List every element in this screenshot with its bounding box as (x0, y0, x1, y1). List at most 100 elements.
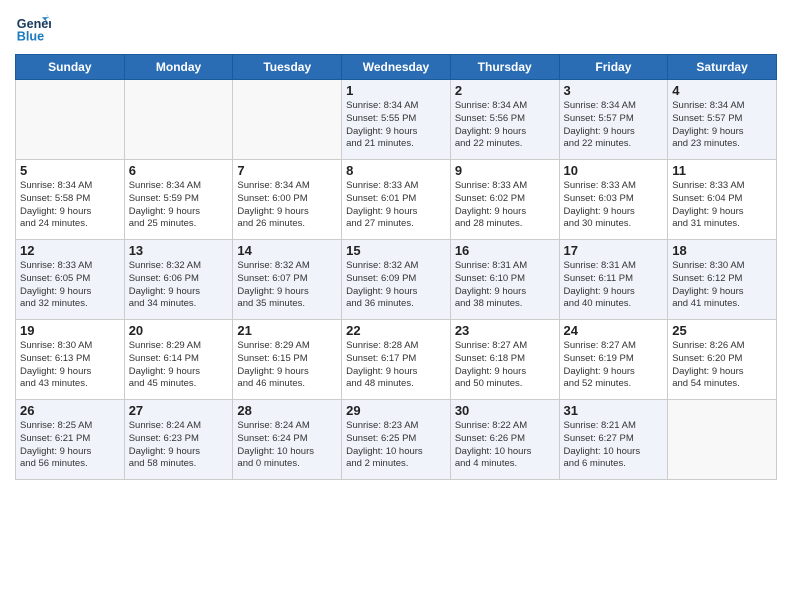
cell-content: Sunrise: 8:22 AMSunset: 6:26 PMDaylight:… (455, 420, 555, 471)
calendar-cell: 4 Sunrise: 8:34 AMSunset: 5:57 PMDaylight… (668, 80, 777, 160)
calendar-cell: 16 Sunrise: 8:31 AMSunset: 6:10 PMDayligh… (450, 240, 559, 320)
calendar-cell: 25 Sunrise: 8:26 AMSunset: 6:20 PMDayligh… (668, 320, 777, 400)
calendar-cell: 26Sunrise: 8:25 AMSunset: 6:21 PMDayligh… (16, 400, 125, 480)
calendar-cell: 27 Sunrise: 8:24 AMSunset: 6:23 PMDayligh… (124, 400, 233, 480)
calendar-cell: 18 Sunrise: 8:30 AMSunset: 6:12 PMDayligh… (668, 240, 777, 320)
weekday-header-sunday: Sunday (16, 55, 125, 80)
calendar-cell (668, 400, 777, 480)
weekday-header-thursday: Thursday (450, 55, 559, 80)
calendar-week-row: 5 Sunrise: 8:34 AMSunset: 5:58 PMDaylight… (16, 160, 777, 240)
day-number: 3 (564, 83, 664, 98)
cell-content: Sunrise: 8:34 AMSunset: 5:57 PMDaylight:… (672, 100, 772, 151)
cell-content: Sunrise: 8:26 AMSunset: 6:20 PMDaylight:… (672, 340, 772, 391)
calendar-cell: 20 Sunrise: 8:29 AMSunset: 6:14 PMDayligh… (124, 320, 233, 400)
calendar-cell: 6Sunrise: 8:34 AMSunset: 5:59 PMDaylight… (124, 160, 233, 240)
cell-content: Sunrise: 8:29 AMSunset: 6:15 PMDaylight:… (237, 340, 337, 391)
cell-content: Sunrise: 8:21 AMSunset: 6:27 PMDaylight:… (564, 420, 664, 471)
calendar-cell: 14Sunrise: 8:32 AMSunset: 6:07 PMDayligh… (233, 240, 342, 320)
cell-content: Sunrise: 8:28 AMSunset: 6:17 PMDaylight:… (346, 340, 446, 391)
day-number: 24 (564, 323, 664, 338)
cell-content: Sunrise: 8:32 AMSunset: 6:06 PMDaylight:… (129, 260, 229, 311)
cell-content: Sunrise: 8:34 AMSunset: 6:00 PMDaylight:… (237, 180, 337, 231)
cell-content: Sunrise: 8:33 AMSunset: 6:05 PMDaylight:… (20, 260, 120, 311)
day-number: 30 (455, 403, 555, 418)
cell-content: Sunrise: 8:23 AMSunset: 6:25 PMDaylight:… (346, 420, 446, 471)
day-number: 27 (129, 403, 229, 418)
calendar-cell: 17 Sunrise: 8:31 AMSunset: 6:11 PMDayligh… (559, 240, 668, 320)
cell-content: Sunrise: 8:24 AMSunset: 6:24 PMDaylight:… (237, 420, 337, 471)
cell-content: Sunrise: 8:27 AMSunset: 6:19 PMDaylight:… (564, 340, 664, 391)
calendar-cell: 28Sunrise: 8:24 AMSunset: 6:24 PMDayligh… (233, 400, 342, 480)
calendar-cell: 19Sunrise: 8:30 AMSunset: 6:13 PMDayligh… (16, 320, 125, 400)
calendar-cell (124, 80, 233, 160)
cell-content: Sunrise: 8:24 AMSunset: 6:23 PMDaylight:… (129, 420, 229, 471)
calendar-cell: 12 Sunrise: 8:33 AMSunset: 6:05 PMDayligh… (16, 240, 125, 320)
cell-content: Sunrise: 8:32 AMSunset: 6:09 PMDaylight:… (346, 260, 446, 311)
weekday-header-row: SundayMondayTuesdayWednesdayThursdayFrid… (16, 55, 777, 80)
weekday-header-saturday: Saturday (668, 55, 777, 80)
cell-content: Sunrise: 8:27 AMSunset: 6:18 PMDaylight:… (455, 340, 555, 391)
day-number: 18 (672, 243, 772, 258)
weekday-header-friday: Friday (559, 55, 668, 80)
day-number: 26 (20, 403, 120, 418)
cell-content: Sunrise: 8:34 AMSunset: 5:55 PMDaylight:… (346, 100, 446, 151)
calendar-week-row: 19Sunrise: 8:30 AMSunset: 6:13 PMDayligh… (16, 320, 777, 400)
cell-content: Sunrise: 8:29 AMSunset: 6:14 PMDaylight:… (129, 340, 229, 391)
svg-text:Blue: Blue (17, 30, 44, 44)
calendar-cell: 31 Sunrise: 8:21 AMSunset: 6:27 PMDayligh… (559, 400, 668, 480)
calendar-cell: 9 Sunrise: 8:33 AMSunset: 6:02 PMDaylight… (450, 160, 559, 240)
calendar-cell: 11Sunrise: 8:33 AMSunset: 6:04 PMDayligh… (668, 160, 777, 240)
day-number: 20 (129, 323, 229, 338)
day-number: 16 (455, 243, 555, 258)
calendar-table: SundayMondayTuesdayWednesdayThursdayFrid… (15, 54, 777, 480)
day-number: 21 (237, 323, 337, 338)
calendar-cell: 15 Sunrise: 8:32 AMSunset: 6:09 PMDayligh… (342, 240, 451, 320)
calendar-cell: 10Sunrise: 8:33 AMSunset: 6:03 PMDayligh… (559, 160, 668, 240)
header: General Blue (15, 10, 777, 46)
cell-content: Sunrise: 8:33 AMSunset: 6:01 PMDaylight:… (346, 180, 446, 231)
calendar-cell: 23 Sunrise: 8:27 AMSunset: 6:18 PMDayligh… (450, 320, 559, 400)
cell-content: Sunrise: 8:30 AMSunset: 6:13 PMDaylight:… (20, 340, 120, 391)
day-number: 1 (346, 83, 446, 98)
calendar-cell: 1 Sunrise: 8:34 AMSunset: 5:55 PMDaylight… (342, 80, 451, 160)
logo: General Blue (15, 10, 55, 46)
cell-content: Sunrise: 8:33 AMSunset: 6:02 PMDaylight:… (455, 180, 555, 231)
cell-content: Sunrise: 8:34 AMSunset: 5:56 PMDaylight:… (455, 100, 555, 151)
day-number: 4 (672, 83, 772, 98)
cell-content: Sunrise: 8:31 AMSunset: 6:11 PMDaylight:… (564, 260, 664, 311)
calendar-cell: 2 Sunrise: 8:34 AMSunset: 5:56 PMDaylight… (450, 80, 559, 160)
day-number: 23 (455, 323, 555, 338)
day-number: 9 (455, 163, 555, 178)
page-container: General Blue SundayMondayTuesdayWednesda… (0, 0, 792, 490)
day-number: 5 (20, 163, 120, 178)
cell-content: Sunrise: 8:30 AMSunset: 6:12 PMDaylight:… (672, 260, 772, 311)
calendar-cell: 13 Sunrise: 8:32 AMSunset: 6:06 PMDayligh… (124, 240, 233, 320)
weekday-header-tuesday: Tuesday (233, 55, 342, 80)
day-number: 14 (237, 243, 337, 258)
day-number: 15 (346, 243, 446, 258)
day-number: 13 (129, 243, 229, 258)
calendar-cell: 3 Sunrise: 8:34 AMSunset: 5:57 PMDaylight… (559, 80, 668, 160)
day-number: 22 (346, 323, 446, 338)
cell-content: Sunrise: 8:34 AMSunset: 5:58 PMDaylight:… (20, 180, 120, 231)
weekday-header-monday: Monday (124, 55, 233, 80)
calendar-cell: 24 Sunrise: 8:27 AMSunset: 6:19 PMDayligh… (559, 320, 668, 400)
cell-content: Sunrise: 8:34 AMSunset: 5:57 PMDaylight:… (564, 100, 664, 151)
day-number: 17 (564, 243, 664, 258)
calendar-cell: 8Sunrise: 8:33 AMSunset: 6:01 PMDaylight… (342, 160, 451, 240)
day-number: 12 (20, 243, 120, 258)
day-number: 2 (455, 83, 555, 98)
calendar-week-row: 26Sunrise: 8:25 AMSunset: 6:21 PMDayligh… (16, 400, 777, 480)
cell-content: Sunrise: 8:34 AMSunset: 5:59 PMDaylight:… (129, 180, 229, 231)
day-number: 31 (564, 403, 664, 418)
calendar-cell: 22 Sunrise: 8:28 AMSunset: 6:17 PMDayligh… (342, 320, 451, 400)
calendar-week-row: 1 Sunrise: 8:34 AMSunset: 5:55 PMDaylight… (16, 80, 777, 160)
logo-icon: General Blue (15, 10, 51, 46)
calendar-cell (233, 80, 342, 160)
calendar-cell: 7Sunrise: 8:34 AMSunset: 6:00 PMDaylight… (233, 160, 342, 240)
cell-content: Sunrise: 8:33 AMSunset: 6:03 PMDaylight:… (564, 180, 664, 231)
cell-content: Sunrise: 8:31 AMSunset: 6:10 PMDaylight:… (455, 260, 555, 311)
calendar-week-row: 12 Sunrise: 8:33 AMSunset: 6:05 PMDayligh… (16, 240, 777, 320)
day-number: 25 (672, 323, 772, 338)
calendar-cell: 29Sunrise: 8:23 AMSunset: 6:25 PMDayligh… (342, 400, 451, 480)
